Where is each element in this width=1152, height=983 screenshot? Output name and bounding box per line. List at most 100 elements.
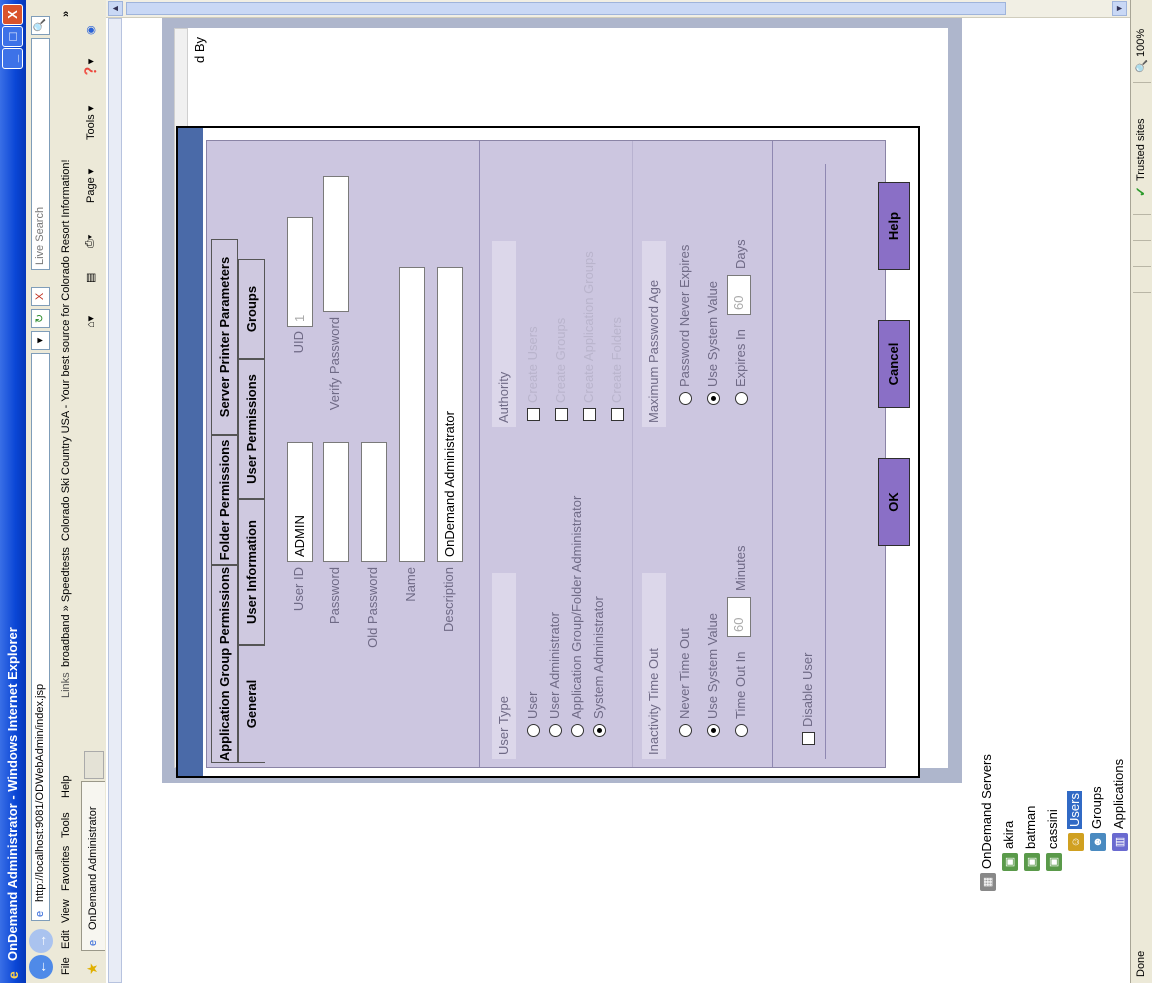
user-type-user-admin-radio[interactable]	[549, 724, 562, 737]
link-colorado-ski[interactable]: Colorado Ski Country USA - Your best sou…	[60, 159, 72, 541]
address-row: ← → e http://localhost:9081/ODWebAdmin/i…	[26, 0, 56, 983]
user-type-appgroup-admin-radio[interactable]	[571, 724, 584, 737]
time-out-in-radio[interactable]	[735, 724, 748, 737]
maximize-button[interactable]: □	[2, 26, 23, 47]
tab-groups[interactable]: Groups	[238, 259, 265, 359]
window-title: OnDemand Administrator - Windows Interne…	[5, 627, 20, 961]
tab-user-information[interactable]: User Information	[238, 499, 265, 645]
expires-in-radio[interactable]	[735, 392, 748, 405]
cancel-button[interactable]: Cancel	[878, 320, 910, 408]
new-tab-button[interactable]	[84, 751, 104, 779]
tab-general[interactable]: General	[238, 645, 265, 763]
tab-application-group-permissions[interactable]: Application Group Permissions	[211, 565, 238, 763]
create-folders-label: Create Folders	[609, 317, 624, 403]
zoom-icon[interactable]: 🔍	[1135, 59, 1148, 73]
refresh-button[interactable]: ↻	[31, 309, 50, 328]
password-never-expires-radio[interactable]	[679, 392, 692, 405]
address-field[interactable]: e http://localhost:9081/ODWebAdmin/index…	[31, 353, 50, 921]
tab-server-printer-parameters[interactable]: Server Printer Parameters	[211, 239, 238, 435]
status-divider	[1133, 240, 1151, 241]
menu-view[interactable]: View	[60, 899, 72, 923]
search-input[interactable]: Live Search	[31, 38, 50, 270]
ie-icon: e	[5, 971, 21, 979]
description-label: Description	[441, 567, 456, 633]
tree-item-cassini[interactable]: ▣cassini	[1042, 809, 1064, 871]
tree-item-users[interactable]: ☺Users	[1064, 791, 1086, 851]
menu-help[interactable]: Help	[60, 775, 72, 798]
menu-edit[interactable]: Edit	[60, 930, 72, 949]
password-label: Password	[327, 567, 342, 625]
scroll-down-arrow-icon[interactable]: ▼	[1112, 1, 1127, 16]
create-groups-checkbox[interactable]	[555, 408, 568, 421]
tree-item-ondemand-servers[interactable]: ▦OnDemand Servers	[976, 754, 998, 891]
uid-field[interactable]: 1	[287, 217, 313, 327]
close-button[interactable]: X	[2, 4, 23, 25]
inactivity-use-system-radio[interactable]	[707, 724, 720, 737]
verify-password-field[interactable]	[323, 176, 349, 312]
tree-item-akira[interactable]: ▣akira	[998, 821, 1020, 871]
user-type-user-radio[interactable]	[527, 724, 540, 737]
dialog-panel: Application Group Permissions Folder Per…	[206, 140, 886, 768]
link-speedtests[interactable]: broadband » Speedtests	[60, 547, 72, 667]
tools-menu-button[interactable]: Tools ▾	[84, 106, 97, 140]
tab-page-icon: e	[87, 939, 99, 946]
zoom-level[interactable]: 100%	[1135, 29, 1147, 57]
expires-days-field[interactable]: 60	[727, 275, 751, 315]
name-field[interactable]	[399, 267, 425, 562]
create-app-groups-label: Create Application Groups	[581, 251, 596, 403]
never-time-out-radio[interactable]	[679, 724, 692, 737]
menu-favorites[interactable]: Favorites	[60, 846, 72, 891]
tree-item-batman[interactable]: ▣batman	[1020, 806, 1042, 871]
old-password-label: Old Password	[365, 567, 380, 648]
help-button[interactable]: Help	[878, 182, 910, 270]
tree-item-groups[interactable]: ☻Groups	[1086, 786, 1108, 851]
page-hscroll[interactable]	[108, 18, 122, 983]
forward-button[interactable]: →	[29, 929, 53, 953]
feeds-icon[interactable]: ▤	[84, 273, 97, 283]
tab-ondemand-administrator[interactable]: e OnDemand Administrator	[81, 781, 105, 951]
description-field[interactable]: OnDemand Administrator	[437, 267, 463, 562]
user-type-system-admin-radio[interactable]	[593, 724, 606, 737]
status-divider	[1133, 214, 1151, 215]
page-vscroll[interactable]: ▲ ▼	[106, 0, 1130, 18]
menu-tools[interactable]: Tools	[60, 812, 72, 838]
create-users-label: Create Users	[525, 326, 540, 403]
authority-header: Authority	[492, 241, 516, 427]
tab-folder-permissions[interactable]: Folder Permissions	[211, 435, 238, 565]
grid-header-created-by: d By	[192, 36, 207, 63]
print-icon[interactable]: ⎙▾	[84, 235, 97, 248]
create-app-groups-checkbox[interactable]	[583, 408, 596, 421]
password-use-system-radio[interactable]	[707, 392, 720, 405]
section-divider	[825, 164, 826, 759]
user-type-appgroup-admin-label: Application Group/Folder Administrator	[569, 495, 584, 719]
scroll-thumb[interactable]	[126, 2, 1006, 15]
disable-user-checkbox[interactable]	[802, 732, 815, 745]
back-button[interactable]: ←	[29, 955, 53, 979]
research-icon[interactable]: ◉	[84, 25, 97, 35]
address-dropdown-button[interactable]: ▾	[31, 331, 50, 350]
old-password-field[interactable]	[361, 442, 387, 562]
help-menu-button[interactable]: ❓▾	[84, 59, 97, 78]
create-users-checkbox[interactable]	[527, 408, 540, 421]
password-field[interactable]	[323, 442, 349, 562]
search-button[interactable]: 🔍	[31, 16, 50, 35]
menu-file[interactable]: File	[60, 957, 72, 975]
scroll-up-arrow-icon[interactable]: ▲	[108, 1, 123, 16]
tree-item-applications[interactable]: ▥Applications	[1108, 759, 1130, 851]
user-type-system-admin-label: System Administrator	[591, 596, 606, 719]
days-label: Days	[733, 239, 748, 269]
links-chevron-icon[interactable]: »	[60, 11, 72, 17]
page-menu-button[interactable]: Page ▾	[84, 169, 97, 203]
minimize-button[interactable]: _	[2, 48, 23, 69]
create-folders-checkbox[interactable]	[611, 408, 624, 421]
title-bar: e OnDemand Administrator - Windows Inter…	[0, 0, 26, 983]
stop-button[interactable]: X	[31, 287, 50, 306]
home-icon[interactable]: ⌂▾	[84, 316, 97, 328]
user-id-field[interactable]: ADMIN	[287, 442, 313, 562]
time-out-minutes-field[interactable]: 60	[727, 597, 751, 637]
section-divider	[479, 141, 480, 767]
tab-user-permissions[interactable]: User Permissions	[238, 359, 265, 499]
ok-button[interactable]: OK	[878, 458, 910, 546]
section-divider	[632, 141, 633, 767]
favorites-star-icon[interactable]: ★	[84, 962, 101, 975]
